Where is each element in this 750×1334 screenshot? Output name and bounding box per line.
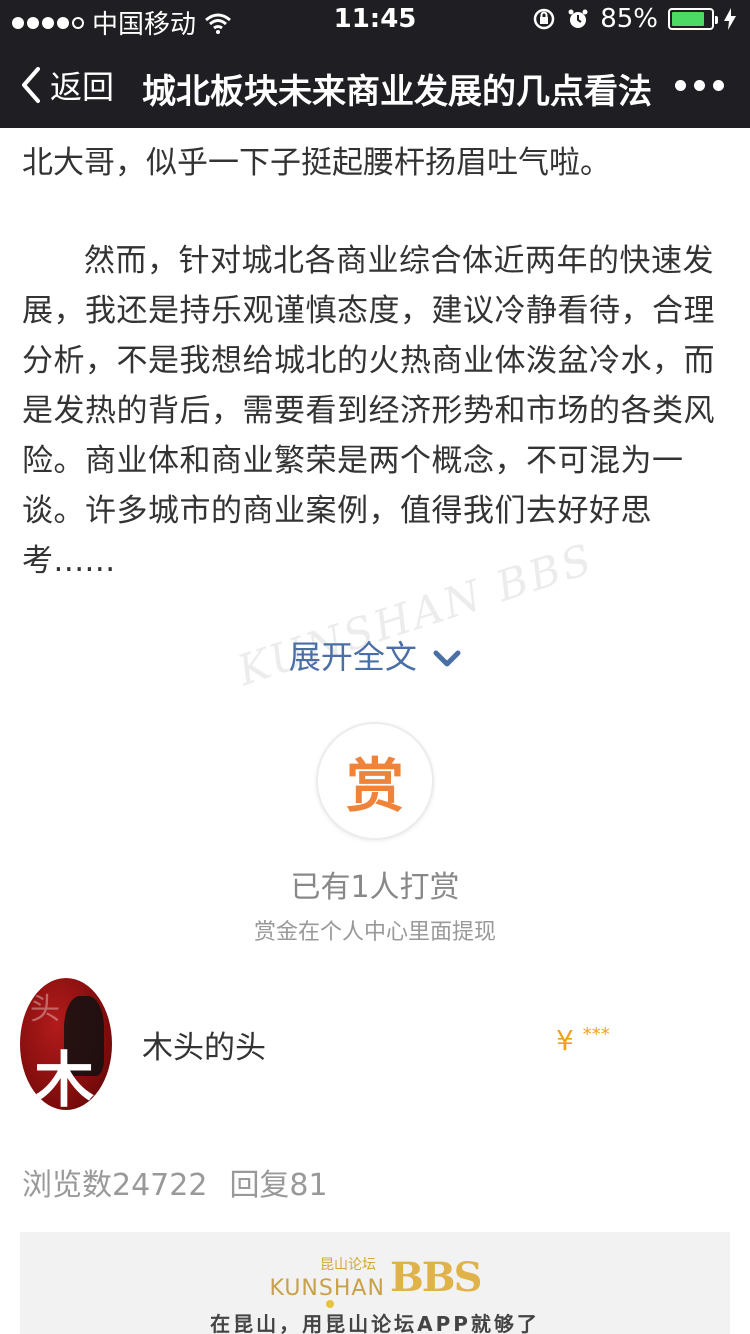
reward-button[interactable]: 赏 [316,722,434,840]
currency-symbol: ¥ [556,1024,574,1057]
reward-char: 赏 [345,752,404,820]
back-label: 返回 [50,68,115,106]
brand-en: KUNSHAN [269,1276,385,1301]
more-dot [713,80,724,91]
rewarder-name[interactable]: 木头的头 [142,1022,266,1067]
view-count: 浏览数24722 [22,1168,208,1203]
battery-percent: 85% [600,4,658,34]
reward-hint: 赏金在个人中心里面提现 [253,920,496,945]
masked-amount: *** [582,1024,610,1045]
status-right: 85% [532,4,736,34]
more-options-button[interactable] [675,80,724,91]
chevron-down-icon [433,650,461,667]
expand-label: 展开全文 [288,638,417,676]
brand-bbs: BBS [390,1254,483,1301]
reply-count: 回复81 [229,1168,328,1203]
status-bar: 中国移动 11:45 85% [0,0,750,40]
reward-count: 已有1人打赏 [290,870,460,905]
app-promo-banner[interactable]: 昆山论坛 KUNSHAN BBS 在昆山，用昆山论坛APP就够了 [20,1232,730,1334]
article-body: 北大哥，似乎一下子挺起腰杆扬眉吐气啦。 然而，针对城北各商业综合体近两年的快速发… [22,128,732,586]
avatar-glyph: 木 [34,1046,94,1110]
alarm-icon [568,9,588,28]
battery-fill [672,12,705,26]
more-dot [675,80,686,91]
battery-icon [668,8,718,30]
post-stats: 浏览数24722 回复81 [22,1160,328,1204]
brand-logo: KUNSHAN BBS [20,1254,730,1301]
banner-slogan: 在昆山，用昆山论坛APP就够了 [210,1312,540,1334]
chevron-left-icon [22,67,40,103]
article-paragraph: 然而，针对城北各商业综合体近两年的快速发展，我还是持乐观谨慎态度，建议冷静看待，… [22,243,715,579]
page-title: 城北板块未来商业发展的几点看法 [142,72,652,112]
nav-bar: 返回 城北板块未来商业发展的几点看法 [0,44,750,128]
reward-amount: ¥ *** [556,1024,610,1057]
avatar[interactable]: 头 木 [20,978,112,1110]
expand-full-text-link[interactable]: 展开全文 [0,632,750,678]
avatar-small-glyph: 头 [30,992,60,1027]
rotation-lock-icon [533,8,555,30]
back-button[interactable]: 返回 [18,62,114,108]
charging-bolt-icon [724,8,736,30]
banner-dot [326,1300,334,1308]
top-bar: 中国移动 11:45 85% 返回 城北板块未来商业发展的几点看法 [0,0,750,128]
article-line: 北大哥，似乎一下子挺起腰杆扬眉吐气啦。 [22,145,611,181]
more-dot [694,80,705,91]
